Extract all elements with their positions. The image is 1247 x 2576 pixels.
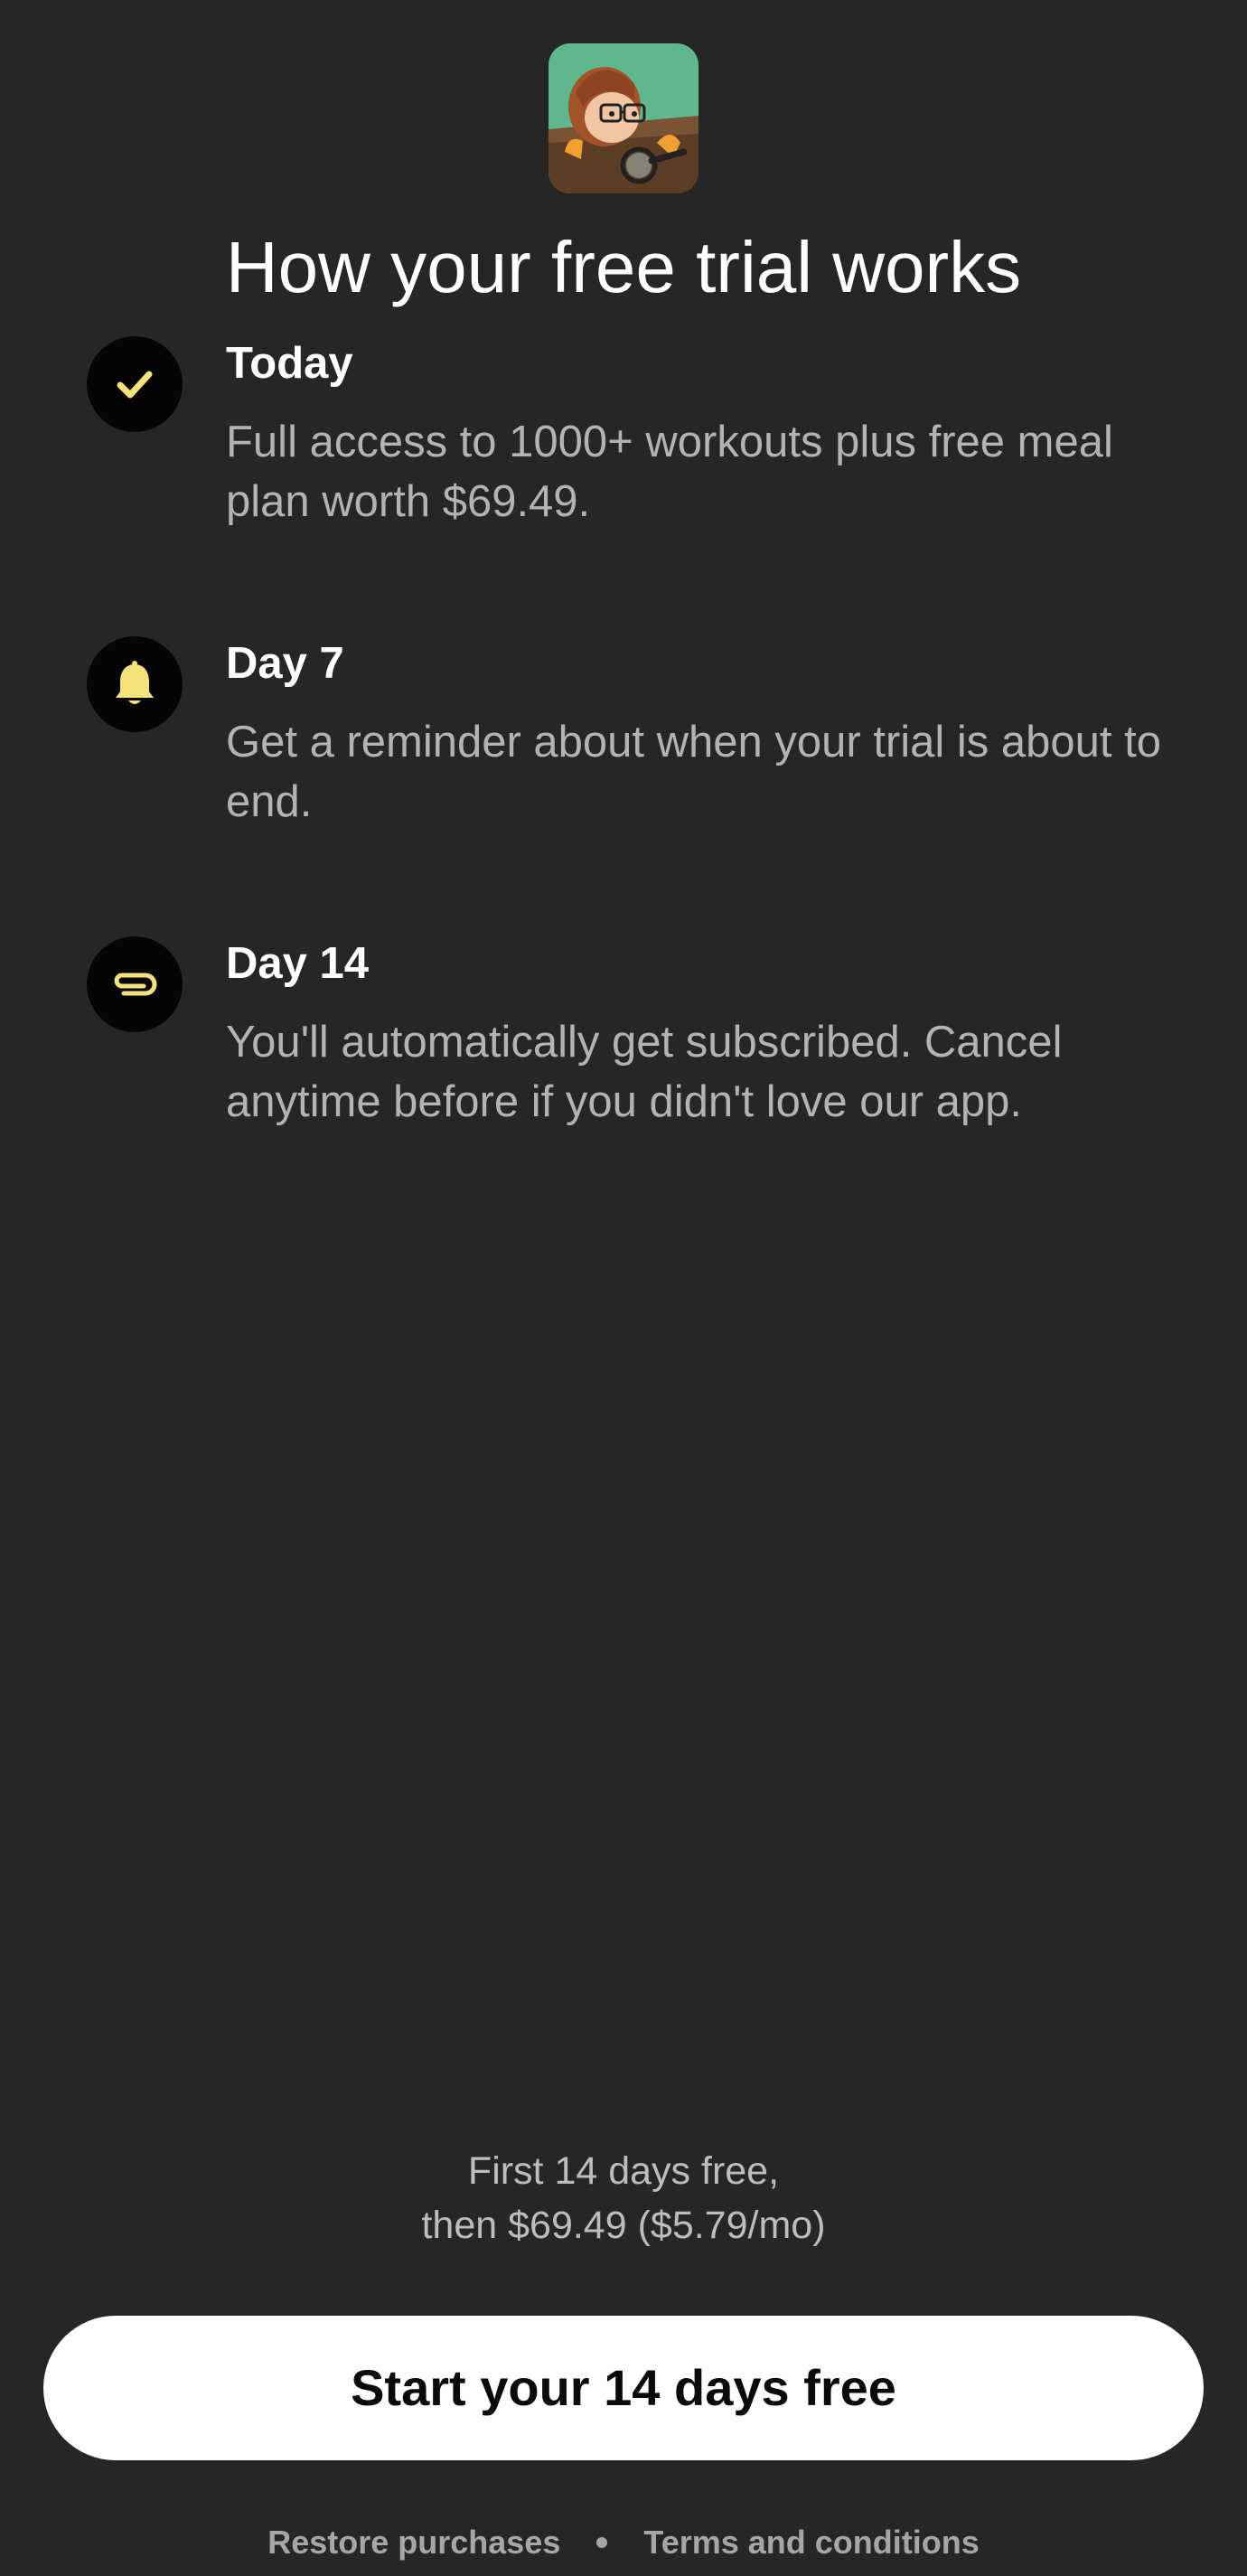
footer-links: Restore purchases Terms and conditions [0,2518,1247,2565]
step-title: Day 14 [226,939,370,988]
step-description: Get a reminder about when your trial is … [226,718,1162,826]
bell-icon [87,636,183,732]
check-icon [87,336,183,432]
separator-dot [596,2537,608,2549]
step-title: Day 7 [226,639,344,688]
step-description: You'll automatically get subscribed. Can… [226,1018,1063,1126]
app-logo-icon [548,43,699,193]
step-title: Today [226,339,353,388]
pricing-line-price: then $69.49 ($5.79/mo) [421,2204,826,2247]
restore-purchases-link[interactable]: Restore purchases [267,2520,560,2565]
step-description: Full access to 1000+ workouts plus free … [226,418,1113,526]
pricing-line-trial: First 14 days free, [467,2149,780,2193]
paywall-screen: How your free trial works Today Full acc… [0,0,1247,2576]
page-title: How your free trial works [225,227,1022,307]
pricing-summary: First 14 days free, then $69.49 ($5.79/m… [0,2144,1247,2252]
terms-link[interactable]: Terms and conditions [643,2520,979,2565]
start-trial-button[interactable]: Start your 14 days free [43,2316,1204,2460]
subscription-icon [87,936,183,1032]
